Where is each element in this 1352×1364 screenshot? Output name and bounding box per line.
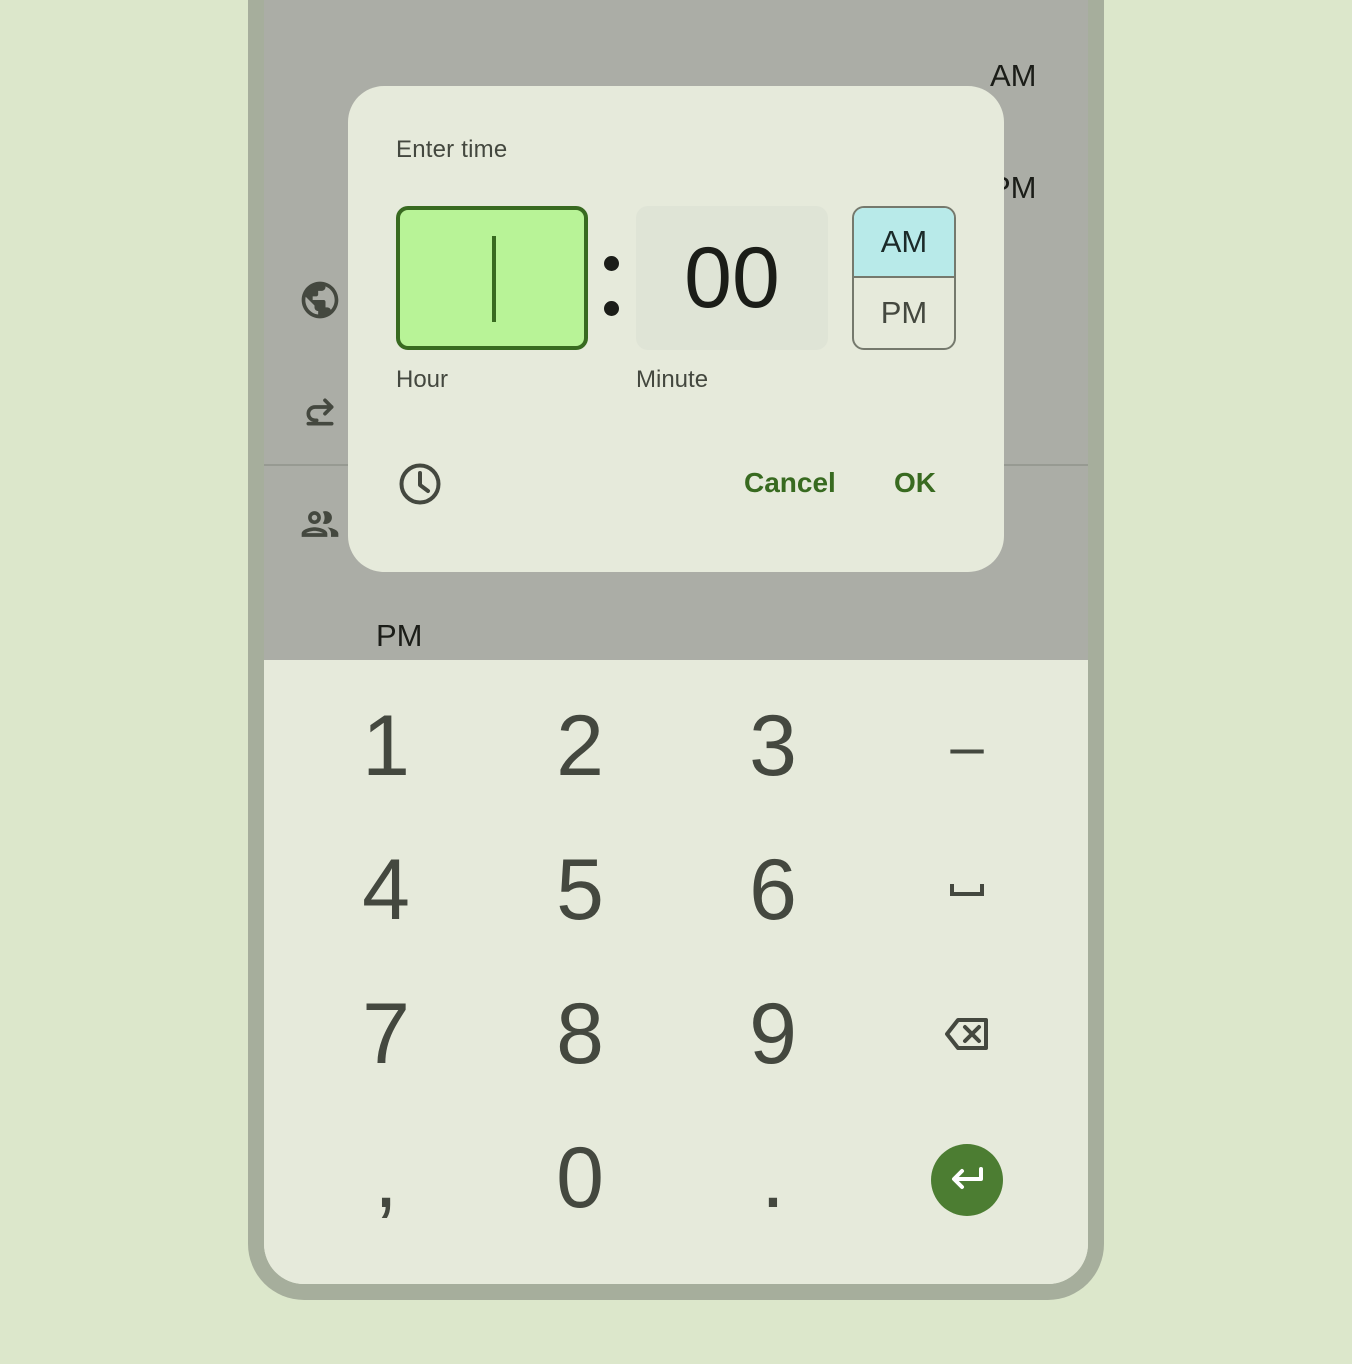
key-1[interactable]: 1 xyxy=(289,674,483,818)
dialog-title: Enter time xyxy=(396,136,508,163)
key-period[interactable]: . xyxy=(676,1106,870,1250)
hour-input[interactable] xyxy=(396,206,588,350)
space-icon xyxy=(950,884,984,896)
enter-icon xyxy=(952,1167,983,1189)
am-option[interactable]: AM xyxy=(854,208,954,278)
redo-icon xyxy=(306,398,334,426)
numeric-keyboard: 1 2 3 – 4 5 6 7 8 9 , 0 . xyxy=(264,660,1088,1284)
text-cursor xyxy=(492,236,496,322)
key-0[interactable]: 0 xyxy=(483,1106,677,1250)
backspace-icon xyxy=(945,1018,988,1050)
key-2[interactable]: 2 xyxy=(483,674,677,818)
background-pm-label-lower: PM xyxy=(376,618,423,653)
minute-input[interactable]: 00 xyxy=(636,206,828,350)
background-am-label: AM xyxy=(990,58,1037,93)
people-icon xyxy=(301,511,339,537)
am-pm-toggle: AM PM xyxy=(852,206,956,350)
hour-label: Hour xyxy=(396,366,449,393)
key-enter[interactable] xyxy=(931,1144,1003,1216)
cancel-button[interactable]: Cancel xyxy=(744,467,836,499)
key-4[interactable]: 4 xyxy=(289,818,483,962)
key-backspace[interactable] xyxy=(870,962,1064,1106)
key-8[interactable]: 8 xyxy=(483,962,677,1106)
key-5[interactable]: 5 xyxy=(483,818,677,962)
time-separator xyxy=(602,256,622,320)
key-3[interactable]: 3 xyxy=(676,674,870,818)
globe-icon xyxy=(301,281,339,319)
ok-button[interactable]: OK xyxy=(894,467,936,499)
minute-label: Minute xyxy=(636,366,709,393)
key-space[interactable] xyxy=(870,818,1064,962)
key-9[interactable]: 9 xyxy=(676,962,870,1106)
key-comma[interactable]: , xyxy=(289,1106,483,1250)
key-dash[interactable]: – xyxy=(870,674,1064,818)
time-input-dialog: Enter time 00 AM PM Hour Minute Cancel O… xyxy=(348,86,1004,572)
clock-icon[interactable] xyxy=(396,460,444,508)
key-6[interactable]: 6 xyxy=(676,818,870,962)
key-7[interactable]: 7 xyxy=(289,962,483,1106)
pm-option[interactable]: PM xyxy=(854,278,954,348)
